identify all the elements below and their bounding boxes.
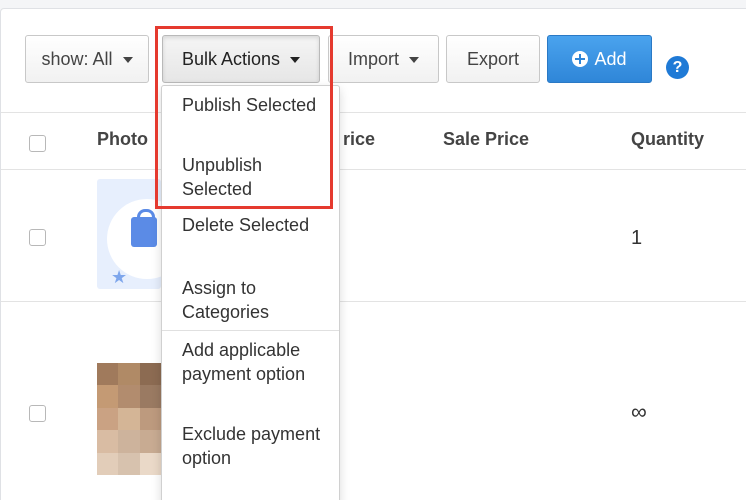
- row-checkbox[interactable]: [29, 405, 46, 422]
- column-header-photo[interactable]: Photo: [97, 129, 148, 150]
- menu-divider: [162, 330, 339, 331]
- import-label: Import: [347, 48, 399, 69]
- bulk-actions-menu: Publish Selected Unpublish Selected Dele…: [161, 85, 340, 500]
- mosaic-tile: [118, 363, 140, 386]
- shopping-bag-icon: [131, 209, 157, 247]
- row-checkbox[interactable]: [29, 229, 46, 246]
- column-header-quantity[interactable]: Quantity: [631, 129, 704, 150]
- add-button[interactable]: Add: [547, 35, 652, 83]
- plus-circle-icon: [572, 51, 589, 67]
- export-button[interactable]: Export: [446, 35, 540, 83]
- menu-item-delete-selected[interactable]: Delete Selected: [182, 213, 332, 237]
- menu-item-unpublish-selected[interactable]: Unpublish Selected: [182, 153, 332, 201]
- import-button[interactable]: Import: [328, 35, 439, 83]
- mosaic-tile: [97, 430, 119, 453]
- toolbar: show: All Bulk Actions Import Export Add…: [1, 9, 746, 113]
- mosaic-tile: [139, 430, 161, 453]
- mosaic-tile: [139, 452, 161, 475]
- bulk-actions-button[interactable]: Bulk Actions: [162, 35, 320, 83]
- mosaic-tile: [139, 385, 161, 408]
- chevron-down-icon: [122, 57, 133, 63]
- mosaic-tile: [118, 385, 140, 408]
- row-quantity: ∞: [631, 399, 647, 424]
- bulk-actions-label: Bulk Actions: [181, 48, 281, 69]
- menu-item-exclude-payment-option[interactable]: Exclude payment option: [182, 422, 332, 470]
- product-thumbnail-blurred[interactable]: [97, 363, 161, 475]
- products-panel: show: All Bulk Actions Import Export Add…: [0, 8, 746, 500]
- mosaic-tile: [97, 452, 119, 475]
- chevron-down-icon: [409, 57, 419, 63]
- row-divider: [1, 301, 746, 302]
- column-header-sale-price[interactable]: Sale Price: [443, 129, 529, 150]
- column-header-price[interactable]: rice: [343, 129, 375, 150]
- mosaic-tile: [139, 407, 161, 431]
- mosaic-tile: [118, 430, 140, 453]
- help-icon[interactable]: ?: [666, 56, 689, 79]
- header-divider: [1, 169, 746, 170]
- mosaic-tile: [118, 452, 140, 475]
- mosaic-tile: [97, 407, 119, 431]
- mosaic-tile: [97, 363, 119, 386]
- mosaic-tile: [97, 385, 119, 408]
- add-label: Add: [594, 48, 627, 69]
- star-icon: ★: [111, 267, 128, 287]
- export-label: Export: [466, 48, 520, 69]
- menu-item-assign-categories[interactable]: Assign to Categories: [182, 276, 332, 324]
- row-quantity: 1: [631, 227, 643, 249]
- menu-item-add-payment-option[interactable]: Add applicable payment option: [182, 338, 332, 386]
- mosaic-tile: [118, 407, 140, 431]
- chevron-down-icon: [290, 57, 301, 63]
- product-thumbnail[interactable]: ★: [97, 179, 161, 289]
- show-filter-label: show: All: [41, 48, 113, 69]
- mosaic-tile: [139, 363, 161, 386]
- show-filter-button[interactable]: show: All: [25, 35, 149, 83]
- menu-item-publish-selected[interactable]: Publish Selected: [182, 93, 332, 117]
- select-all-checkbox[interactable]: [29, 135, 46, 152]
